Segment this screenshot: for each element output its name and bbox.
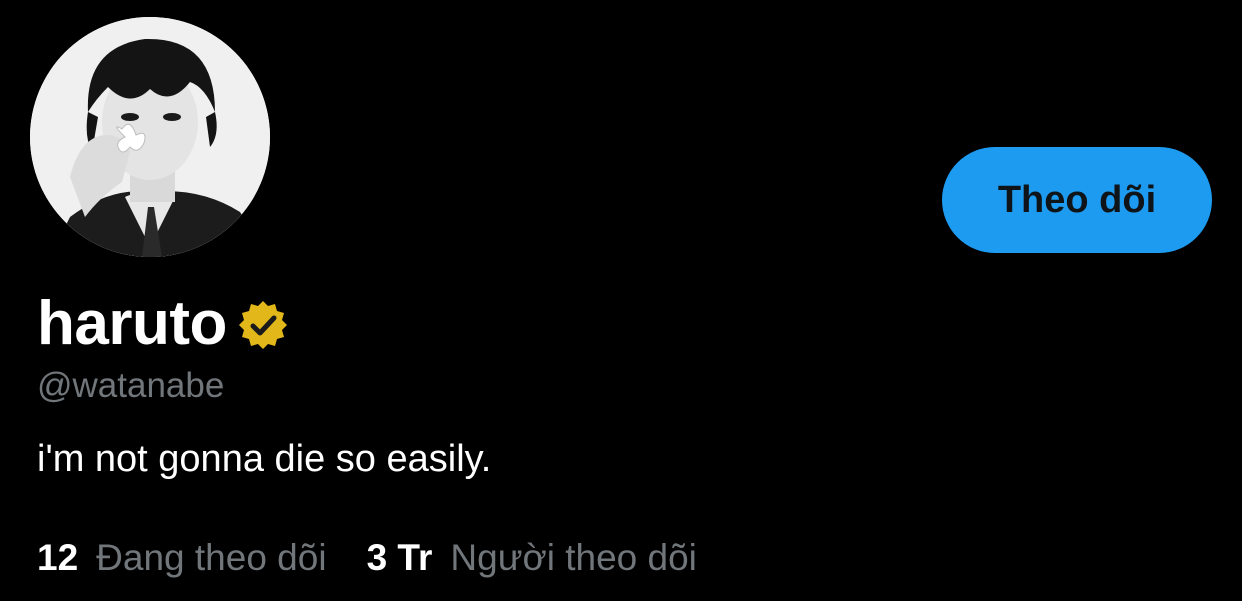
profile-bio: i'm not gonna die so easily. bbox=[37, 438, 492, 480]
follow-button[interactable]: Theo dõi bbox=[942, 147, 1212, 253]
profile-handle: @watanabe bbox=[37, 366, 225, 405]
following-label: Đang theo dõi bbox=[96, 537, 327, 578]
followers-stat[interactable]: 3 Tr Người theo dõi bbox=[367, 537, 697, 579]
display-name: haruto bbox=[37, 288, 227, 358]
following-count: 12 bbox=[37, 537, 79, 578]
following-stat[interactable]: 12 Đang theo dõi bbox=[37, 537, 327, 579]
followers-label: Người theo dõi bbox=[450, 537, 697, 578]
verified-badge-icon[interactable] bbox=[237, 299, 289, 351]
avatar[interactable] bbox=[30, 17, 270, 257]
profile-stats: 12 Đang theo dõi 3 Tr Người theo dõi bbox=[37, 537, 697, 579]
avatar-photo bbox=[30, 17, 270, 257]
followers-count: 3 Tr bbox=[366, 537, 433, 578]
display-name-row: haruto bbox=[37, 288, 289, 358]
